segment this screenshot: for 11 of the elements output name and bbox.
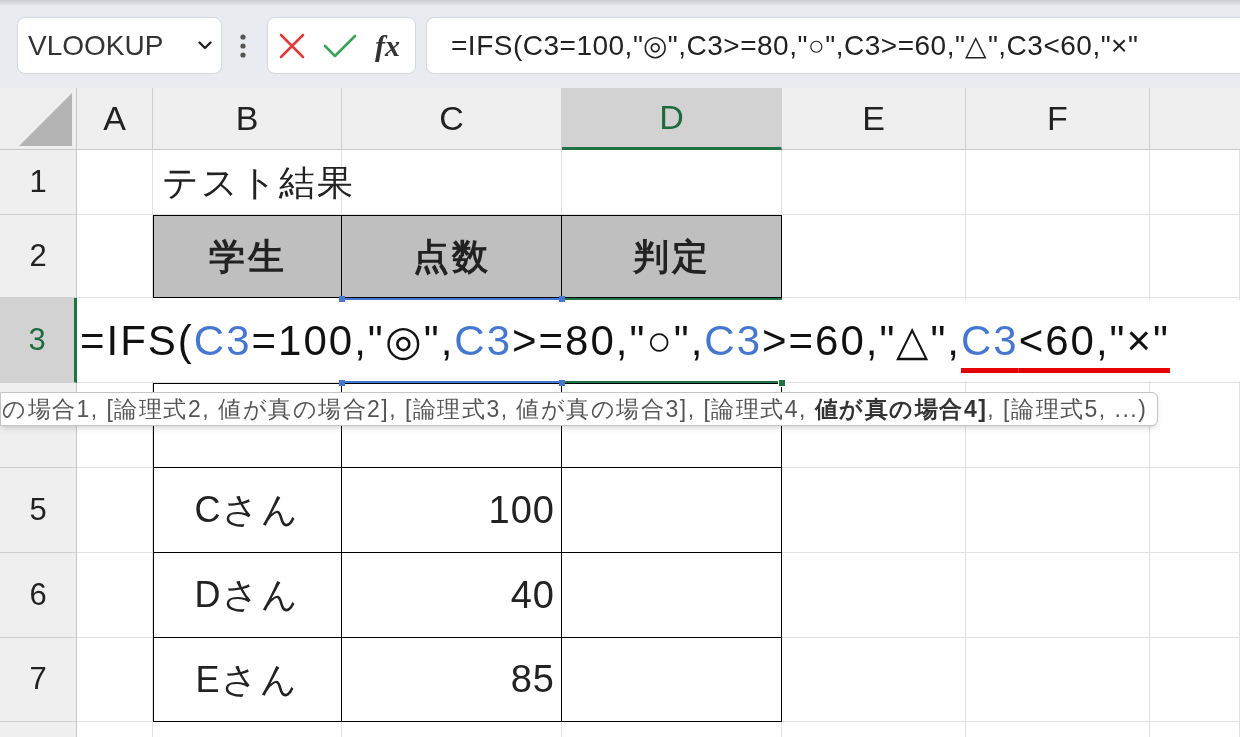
function-tooltip: の場合1, [論理式2, 値が真の場合2], [論理式3, 値が真の場合3], [論理式4, 値が真の場合4], [論理式5, ...) bbox=[0, 392, 1159, 426]
sheet-title: テスト結果 bbox=[161, 160, 355, 205]
table-cell: Cさん bbox=[153, 468, 342, 553]
table-cell: 85 bbox=[342, 638, 562, 722]
table-header-cell: 判定 bbox=[562, 215, 782, 298]
table-header-cell: 点数 bbox=[342, 215, 562, 298]
table-header-cell: 学生 bbox=[153, 215, 342, 298]
table-cell: Dさん bbox=[153, 553, 342, 638]
table-cell: Eさん bbox=[153, 638, 342, 722]
table-cell: 40 bbox=[342, 553, 562, 638]
table-cell: 100 bbox=[342, 468, 562, 553]
